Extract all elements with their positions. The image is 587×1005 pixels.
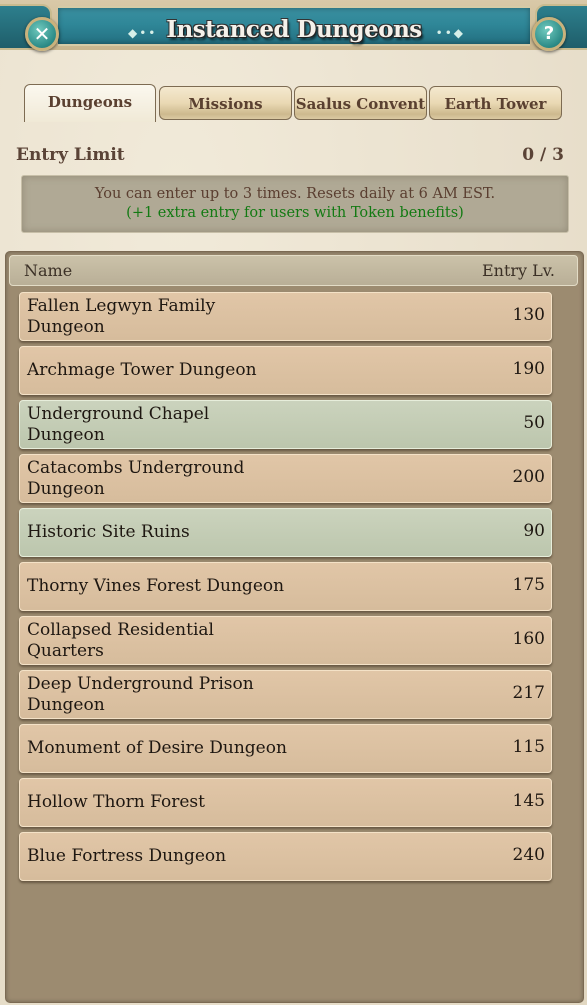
tab-dungeons[interactable]: Dungeons [24, 84, 156, 122]
title-bar: ◆•• Instanced Dungeons ••◆ ✕ ? [0, 0, 587, 51]
dungeon-row[interactable]: Deep Underground Prison Dungeon 217 [19, 670, 552, 719]
dungeon-entry-level: 160 [512, 629, 545, 649]
dungeon-name: Historic Site Ruins [27, 522, 190, 542]
token-benefit-text: (+1 extra entry for users with Token ben… [126, 205, 464, 221]
entry-limit-label: Entry Limit [16, 145, 125, 165]
dungeon-row[interactable]: Catacombs Underground Dungeon 200 [19, 454, 552, 503]
close-icon: ✕ [33, 22, 51, 46]
dungeon-entry-level: 240 [512, 845, 545, 865]
dungeon-name: Underground Chapel Dungeon [27, 403, 210, 445]
dungeon-entry-level: 175 [512, 575, 545, 595]
dungeon-entry-level: 50 [523, 413, 545, 433]
tab-earth-tower[interactable]: Earth Tower [429, 86, 562, 120]
tab-missions[interactable]: Missions [159, 86, 292, 120]
dungeon-entry-level: 200 [512, 467, 545, 487]
tab-saalus-convent[interactable]: Saalus Convent [294, 86, 427, 120]
dungeon-row[interactable]: Hollow Thorn Forest 145 [19, 778, 552, 827]
dungeon-name: Archmage Tower Dungeon [27, 360, 257, 380]
dungeon-name: Blue Fortress Dungeon [27, 846, 227, 866]
dungeon-name: Catacombs Underground Dungeon [27, 457, 245, 499]
dungeon-name: Monument of Desire Dungeon [27, 738, 287, 758]
dungeon-row[interactable]: Historic Site Ruins 90 [19, 508, 552, 557]
entry-limit-value: 0 / 3 [522, 145, 564, 165]
dungeon-row[interactable]: Blue Fortress Dungeon 240 [19, 832, 552, 881]
close-button[interactable]: ✕ [25, 17, 59, 51]
dungeon-list-panel: Name Entry Lv. Fallen Legwyn Family Dung… [5, 251, 584, 1003]
dungeon-entry-level: 90 [523, 521, 545, 541]
dungeon-entry-level: 145 [512, 791, 545, 811]
help-button[interactable]: ? [532, 17, 566, 51]
title-ribbon: ◆•• Instanced Dungeons ••◆ [58, 6, 530, 46]
dungeon-entry-level: 115 [512, 737, 545, 757]
dots-ornament-icon: ••◆ [435, 26, 465, 40]
dungeon-entry-level: 217 [512, 683, 545, 703]
dungeon-name: Deep Underground Prison Dungeon [27, 673, 254, 715]
dungeon-name: Thorny Vines Forest Dungeon [27, 576, 285, 596]
dungeon-row[interactable]: Collapsed Residential Quarters 160 [19, 616, 552, 665]
dungeon-row[interactable]: Underground Chapel Dungeon 50 [19, 400, 552, 449]
dungeon-row[interactable]: Fallen Legwyn Family Dungeon 130 [19, 292, 552, 341]
column-header-name: Name [24, 261, 73, 280]
entry-info-box: You can enter up to 3 times. Resets dail… [21, 175, 569, 233]
entry-info-text: You can enter up to 3 times. Resets dail… [94, 186, 496, 202]
dungeon-entry-level: 130 [512, 305, 545, 325]
dungeon-row[interactable]: Thorny Vines Forest Dungeon 175 [19, 562, 552, 611]
column-header-entry-level: Entry Lv. [481, 261, 555, 280]
dungeon-row[interactable]: Monument of Desire Dungeon 115 [19, 724, 552, 773]
dungeon-entry-level: 190 [512, 359, 545, 379]
dungeon-name: Fallen Legwyn Family Dungeon [27, 295, 216, 337]
help-icon: ? [543, 23, 555, 44]
dungeon-name: Hollow Thorn Forest [27, 792, 205, 812]
dungeon-name: Collapsed Residential Quarters [27, 619, 214, 661]
dungeon-list: Fallen Legwyn Family Dungeon 130 Archmage … [19, 292, 552, 886]
dungeon-row[interactable]: Archmage Tower Dungeon 190 [19, 346, 552, 395]
list-header: Name Entry Lv. [9, 255, 578, 286]
